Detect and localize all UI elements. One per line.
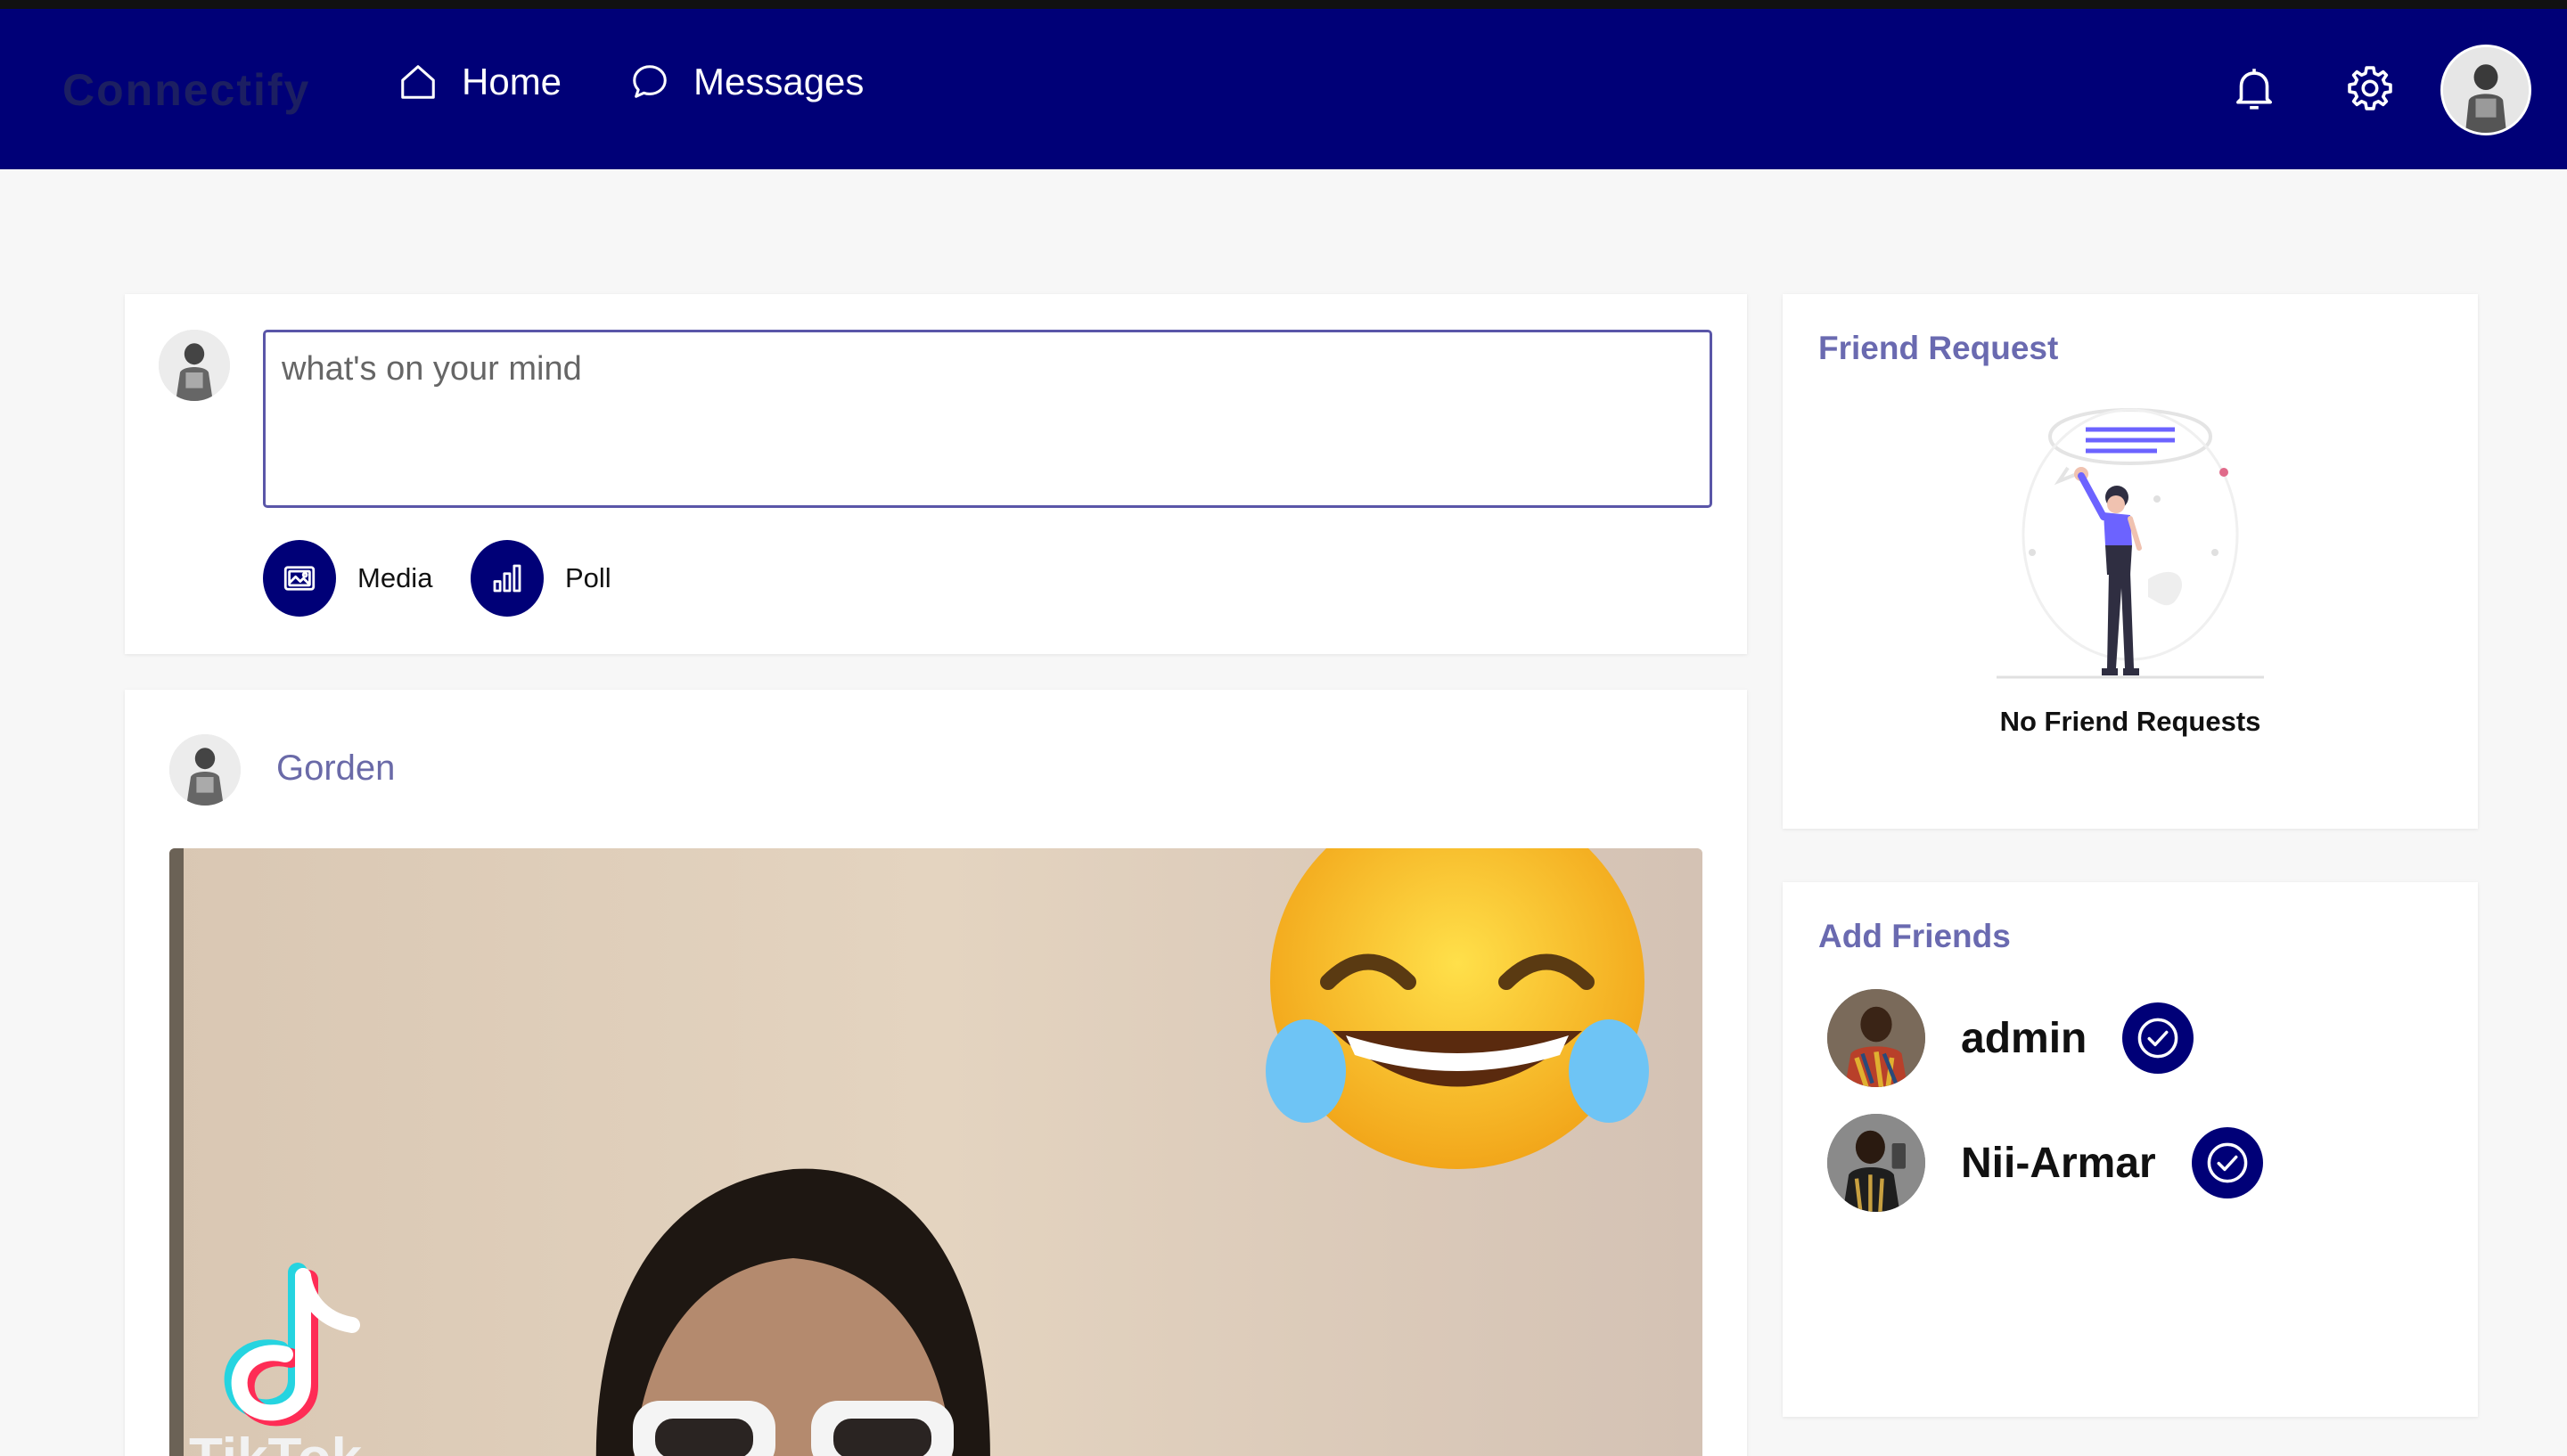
media-label: Media	[357, 562, 433, 593]
no-friend-requests-text: No Friend Requests	[1999, 706, 2261, 737]
top-navbar: Connectify Home Messages	[0, 9, 2567, 169]
home-icon	[401, 65, 435, 99]
bar-chart-icon	[493, 564, 521, 593]
add-friends-title: Add Friends	[1818, 918, 2011, 954]
message-icon	[633, 65, 667, 98]
friend-name: Nii-Armar	[1961, 1139, 2156, 1187]
add-friend-button[interactable]	[2191, 1127, 2263, 1198]
post-text-input[interactable]	[263, 330, 1712, 508]
friend-avatar[interactable]	[1827, 1114, 1925, 1212]
add-friend-button[interactable]	[2122, 1002, 2194, 1074]
composer-avatar	[159, 330, 230, 401]
image-icon	[283, 566, 316, 591]
add-friends-panel: Add Friends admin Nii-Armar	[1783, 882, 2478, 1417]
friend-suggestion-row: Nii-Armar	[1827, 1114, 2263, 1212]
friend-name: admin	[1961, 1014, 2087, 1062]
nav-messages-link[interactable]: Messages	[629, 61, 864, 103]
check-circle-icon	[2138, 1018, 2178, 1059]
post-author-name[interactable]: Gorden	[276, 748, 395, 789]
user-avatar[interactable]	[2440, 45, 2531, 135]
gear-icon[interactable]	[2344, 62, 2396, 114]
friend-request-panel: Friend Request No Friend Requests	[1783, 294, 2478, 829]
add-poll-button[interactable]: Poll	[471, 540, 611, 617]
add-media-button[interactable]: Media	[263, 540, 432, 617]
bell-icon[interactable]	[2228, 62, 2280, 114]
poll-label: Poll	[565, 562, 611, 593]
window-top-strip	[0, 0, 2567, 9]
tiktok-watermark-text: TikTok	[189, 1427, 363, 1456]
post-video[interactable]: TikTok	[169, 848, 1702, 1456]
nav-home-link[interactable]: Home	[398, 61, 562, 103]
friend-avatar[interactable]	[1827, 989, 1925, 1087]
post-author-avatar[interactable]	[169, 734, 241, 806]
friend-request-title: Friend Request	[1818, 330, 2059, 366]
feed-post: Gorden	[125, 690, 1747, 1456]
post-composer: Media Poll	[125, 294, 1747, 654]
nav-messages-label: Messages	[693, 61, 865, 102]
check-circle-icon	[2207, 1142, 2248, 1183]
nav-home-label: Home	[462, 61, 562, 102]
brand-logo[interactable]: Connectify	[62, 64, 310, 116]
friend-suggestion-row: admin	[1827, 989, 2194, 1087]
